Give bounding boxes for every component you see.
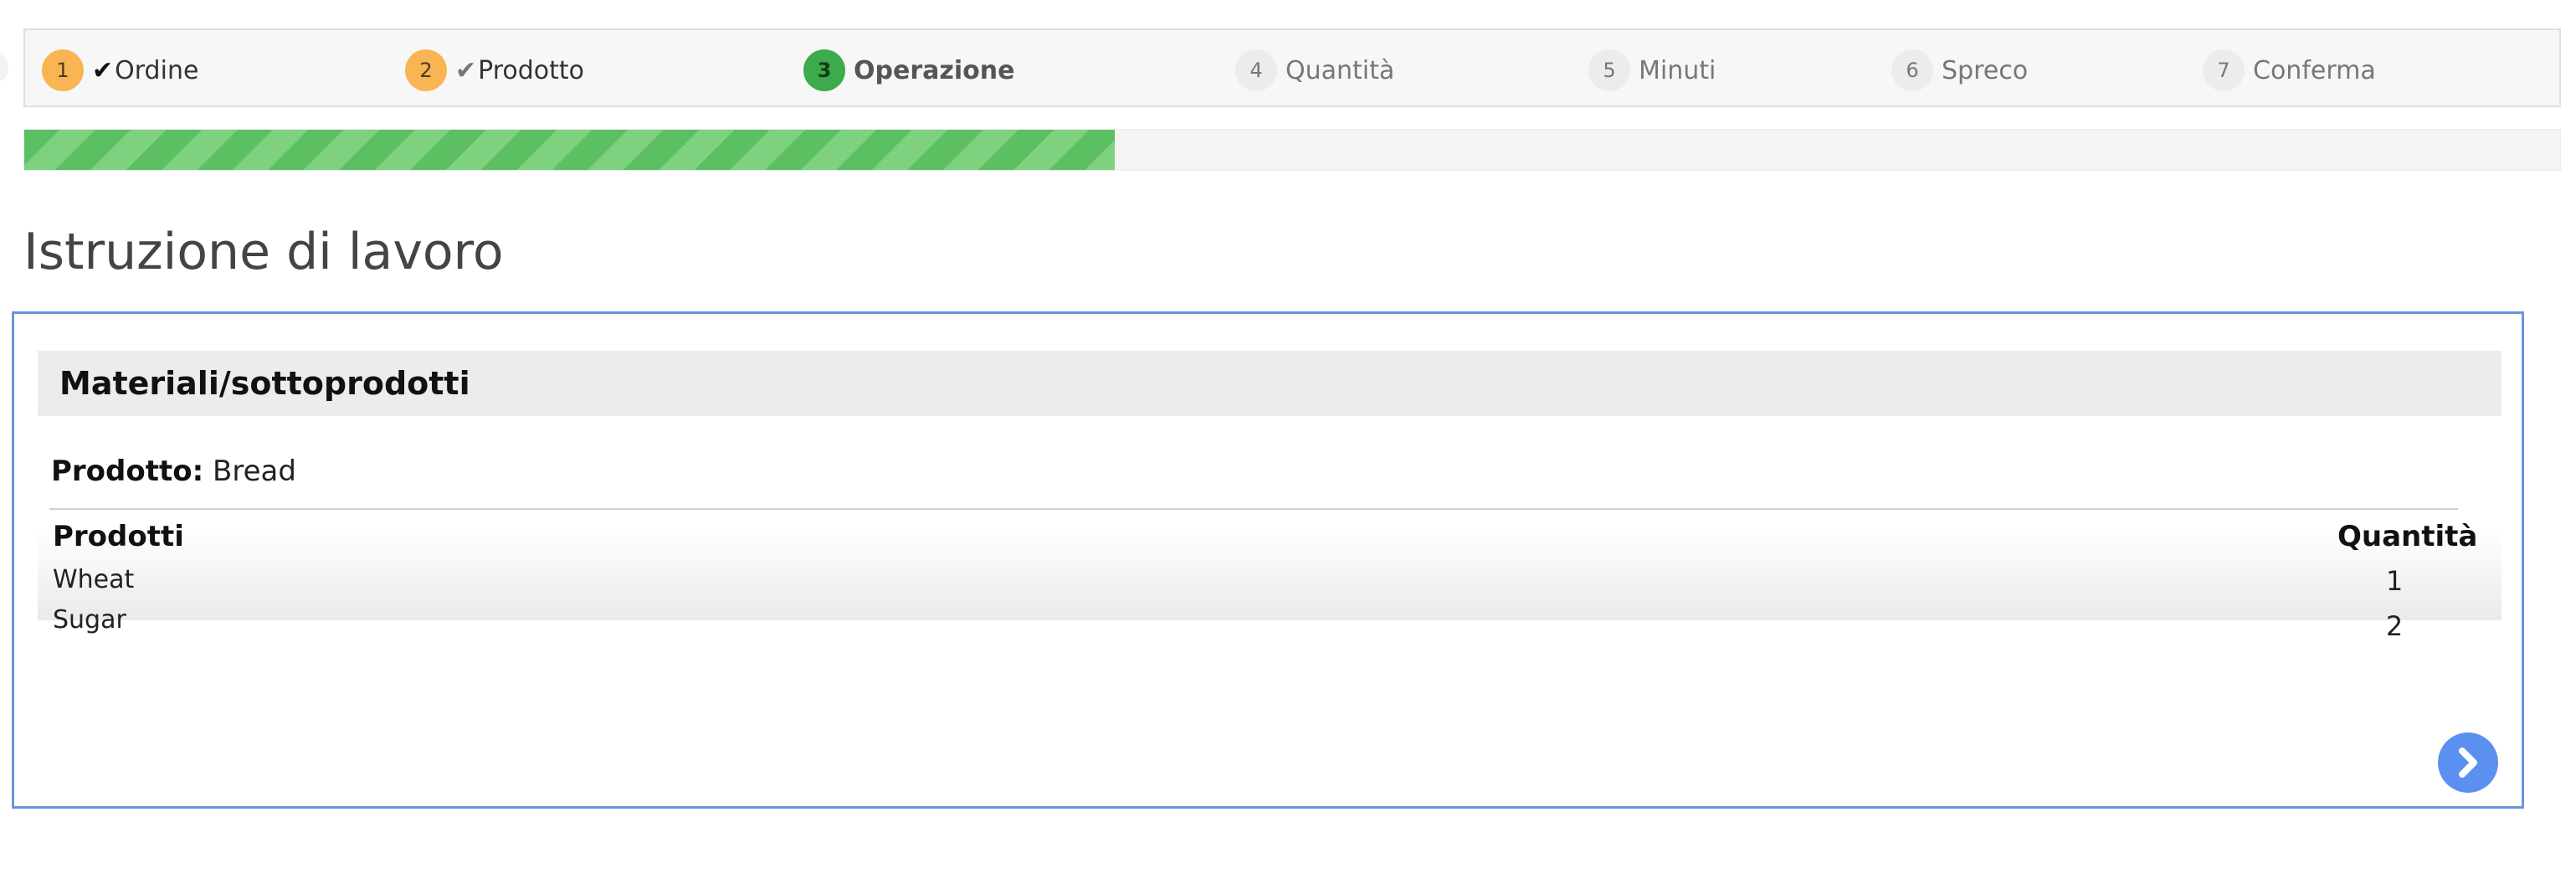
progress-bar-fill: [24, 130, 1115, 170]
panel-heading: Materiali/sottoprodotti: [59, 365, 470, 402]
step-label: Quantità: [1285, 55, 1395, 85]
chevron-right-icon: [2459, 748, 2477, 778]
material-name: Sugar: [53, 605, 126, 635]
panel-header: Materiali/sottoprodotti: [38, 351, 2502, 416]
material-qty: 2: [2385, 610, 2404, 642]
divider: [49, 508, 2458, 510]
step-number: 2: [405, 49, 447, 91]
step-minuti[interactable]: 5 Minuti: [1588, 49, 1716, 91]
step-label: Conferma: [2253, 55, 2376, 85]
product-line: Prodotto: Bread: [51, 455, 296, 488]
left-edge-tab: [0, 52, 8, 84]
step-label: Minuti: [1639, 55, 1716, 85]
check-icon: ✔: [92, 55, 114, 85]
progress-bar: [23, 129, 2561, 171]
step-spreco[interactable]: 6 Spreco: [1891, 49, 2029, 91]
step-number: 6: [1891, 49, 1933, 91]
step-conferma[interactable]: 7 Conferma: [2203, 49, 2376, 91]
column-header-products: Prodotti: [53, 520, 184, 553]
step-ordine[interactable]: 1 ✔ Ordine: [42, 49, 199, 91]
check-icon: ✔: [455, 55, 477, 85]
product-value: Bread: [213, 455, 296, 488]
step-label: Ordine: [115, 55, 199, 85]
step-number: 4: [1235, 49, 1277, 91]
step-label: Prodotto: [478, 55, 585, 85]
work-instruction-panel: Materiali/sottoprodotti Prodotto: Bread …: [12, 311, 2524, 809]
step-number: 5: [1588, 49, 1630, 91]
material-name: Wheat: [53, 565, 135, 594]
material-qty: 1: [2385, 565, 2404, 597]
step-label: Operazione: [854, 55, 1015, 85]
step-operazione[interactable]: 3 Operazione: [803, 49, 1015, 91]
step-prodotto[interactable]: 2 ✔ Prodotto: [405, 49, 585, 91]
step-label: Spreco: [1942, 55, 2029, 85]
next-button[interactable]: [2438, 732, 2498, 793]
column-header-quantity: Quantità: [2337, 520, 2478, 553]
step-quantita[interactable]: 4 Quantità: [1235, 49, 1395, 91]
wizard-stepper: 1 ✔ Ordine 2 ✔ Prodotto 3 Operazione 4 Q…: [23, 28, 2561, 107]
step-number: 3: [803, 49, 845, 91]
step-number: 7: [2203, 49, 2245, 91]
product-label: Prodotto:: [51, 455, 204, 488]
page-title: Istruzione di lavoro: [23, 223, 504, 281]
materials-list: Prodotto: Bread Prodotti Quantità Wheat …: [38, 416, 2502, 642]
step-number: 1: [42, 49, 84, 91]
